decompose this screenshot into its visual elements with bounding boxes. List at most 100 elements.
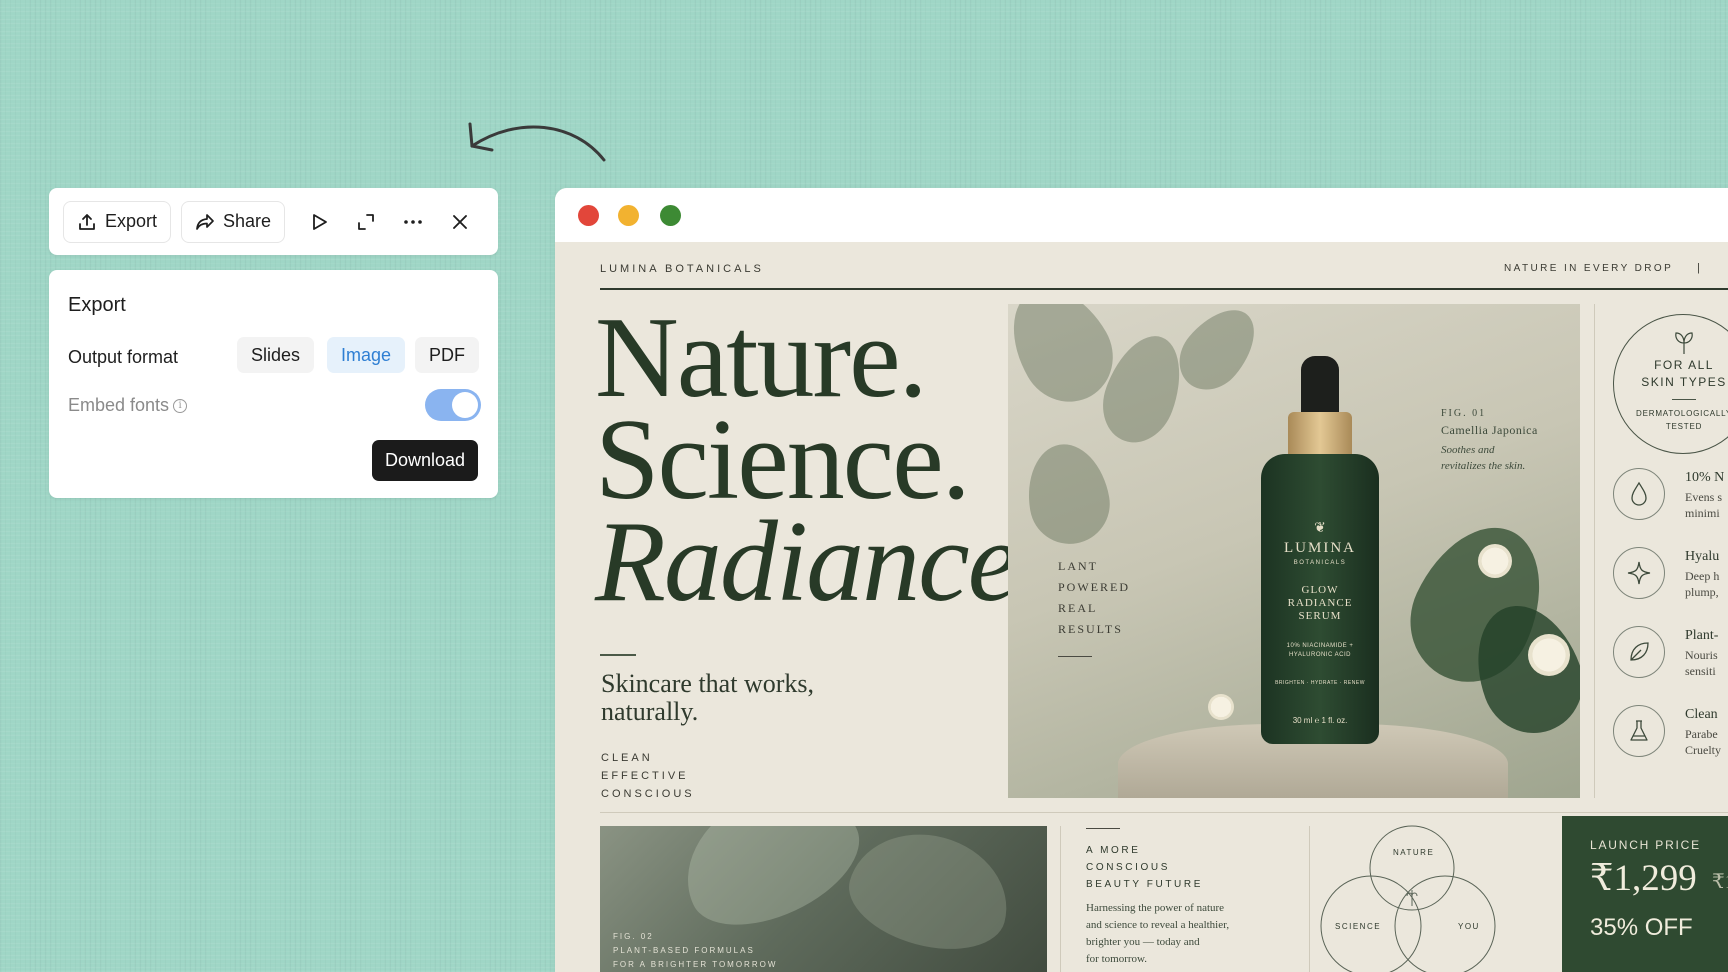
venn-circles [1320,825,1496,972]
launch-price-label: LAUNCH PRICE [1590,838,1701,852]
plant-claim-line-4: RESULTS [1058,622,1123,636]
feature-line: Cruelty [1685,743,1721,757]
future-heading: A MORE CONSCIOUS BEAUTY FUTURE [1086,842,1203,893]
plant-claim-line-1: LANT [1058,559,1098,573]
attributes-list: CLEAN EFFECTIVE CONSCIOUS [601,749,695,803]
bottle-product: GLOW RADIANCE SERUM [1287,584,1353,622]
feature-line: Nouris [1685,648,1718,662]
window-title-bar [555,188,1728,242]
discount-label: 35% OFF [1590,914,1693,941]
leaf-shadow [1019,437,1117,551]
column-divider [1309,826,1310,972]
middle-rule [600,812,1728,813]
venn-diagram: NATURE SCIENCE YOU [1317,822,1507,972]
feature-item: Plant- Nouris sensiti [1613,626,1728,682]
output-format-label: Output format [68,347,179,367]
poster: LUMINA BOTANICALS NATURE IN EVERY DROP |… [555,242,1728,972]
hero-product-image: LANT POWERED REAL RESULTS FIG. 01 Camell… [1008,304,1580,798]
leaf-icon [1613,626,1665,678]
flower [1528,634,1570,676]
venn-label-you: YOU [1458,922,1480,931]
format-option-slides[interactable]: Slides [237,337,315,373]
download-button[interactable]: Download [372,440,479,481]
leaf-photo: FIG. 02 PLANT-BASED FORMULAS FOR A BRIGH… [600,826,1047,972]
plant-claim-line-3: REAL [1058,601,1098,615]
embed-fonts-text: Embed fonts [68,395,170,415]
feature-item: Clean Parabe Cruelty [1613,705,1728,761]
export-button-label: Export [105,211,158,231]
close-icon [453,214,468,229]
launch-price-box: LAUNCH PRICE ₹1,299 ₹1 35% OFF [1562,816,1728,972]
bottle-sub: BOTANICALS [1293,560,1347,566]
feature-title: Hyalu [1685,549,1720,564]
future-body-line: brighter you — today and [1086,936,1200,948]
column-divider [1060,826,1061,972]
embed-fonts-toggle[interactable] [425,389,481,421]
headline-rule [600,654,636,656]
launch-price-value: ₹1,299 [1590,858,1697,899]
close-window-dot[interactable] [578,205,599,226]
venn-label-nature: NATURE [1393,848,1435,857]
share-icon [196,213,214,230]
more-icon [404,219,422,224]
fig-02-label: FIG. 02 [613,932,654,941]
future-rule [1086,828,1120,829]
upload-icon [79,213,95,230]
leaf [838,826,1022,965]
future-heading-line: BEAUTY FUTURE [1086,879,1203,890]
format-option-image[interactable]: Image [327,337,406,373]
fig-01-desc-2: revitalizes the skin. [1441,460,1526,472]
poster-brand: LUMINA BOTANICALS [600,263,764,275]
flower [1478,544,1512,578]
export-button[interactable]: Export [63,200,172,243]
fig-01-name: Camellia Japonica [1441,423,1538,437]
export-panel: Export Output format Slides Image PDF Em… [49,270,498,498]
embed-fonts-label: Embed fonts i [68,395,188,416]
fig-02-line-2: FOR A BRIGHTER TOMORROW [613,960,778,969]
column-divider [1594,304,1595,798]
close-button[interactable] [437,201,484,243]
bottle-ingredients: 10% NIACINAMIDE + HYALURONIC ACID [1286,643,1354,658]
bottle-dropper [1301,356,1339,418]
leaf-shadow [1166,304,1270,403]
play-button[interactable] [295,201,342,243]
minimize-window-dot[interactable] [618,205,639,226]
curved-arrow-icon [468,122,606,162]
feature-line: minimi [1685,506,1720,520]
share-button[interactable]: Share [181,200,286,243]
subheadline-line-2: naturally. [601,697,699,726]
future-heading-line: A MORE [1086,845,1141,856]
fig-02-line-1: PLANT-BASED FORMULAS [613,946,755,955]
toolbar: Export Share [49,188,498,255]
feature-line: Evens s [1685,490,1722,504]
future-body: Harnessing the power of nature and scien… [1086,900,1229,968]
top-rule [600,288,1728,290]
export-panel-title: Export [68,294,126,316]
attribute-effective: EFFECTIVE [601,770,689,782]
headline-radiance: Radiance. [595,498,1046,626]
serum-bottle: ❦ LUMINA BOTANICALS GLOW RADIANCE SERUM … [1261,454,1379,744]
bottle-brand: LUMINA [1284,540,1356,556]
bottle-volume: 30 ml ℮ 1 fl. oz. [1292,716,1348,725]
format-option-pdf[interactable]: PDF [415,337,479,373]
fullscreen-button[interactable] [342,201,389,243]
more-button[interactable] [390,201,437,243]
browser-window: LUMINA BOTANICALS NATURE IN EVERY DROP |… [555,188,1728,972]
plant-claim: LANT POWERED REAL RESULTS [1058,556,1130,640]
future-body-line: and science to reveal a healthier, [1086,919,1230,931]
attribute-conscious: CONSCIOUS [601,788,695,800]
plant-claim-rule [1058,656,1092,657]
info-icon[interactable]: i [173,398,188,413]
fig-01-label: FIG. 01 [1441,408,1487,419]
sparkle-icon [1613,547,1665,599]
fig-02-caption: FIG. 02 PLANT-BASED FORMULAS FOR A BRIGH… [613,930,777,972]
feature-title: 10% N [1685,470,1725,485]
badge-title: FOR ALL SKIN TYPES [1641,358,1727,389]
venn-label-science: SCIENCE [1335,922,1382,931]
fig-01-caption: FIG. 01 Camellia Japonica Soothes and re… [1441,406,1538,474]
feature-title: Plant- [1685,628,1719,643]
original-price: ₹1 [1712,871,1728,893]
fig-01-desc-1: Soothes and [1441,444,1495,456]
plant-claim-line-2: POWERED [1058,580,1130,594]
maximize-window-dot[interactable] [660,205,681,226]
